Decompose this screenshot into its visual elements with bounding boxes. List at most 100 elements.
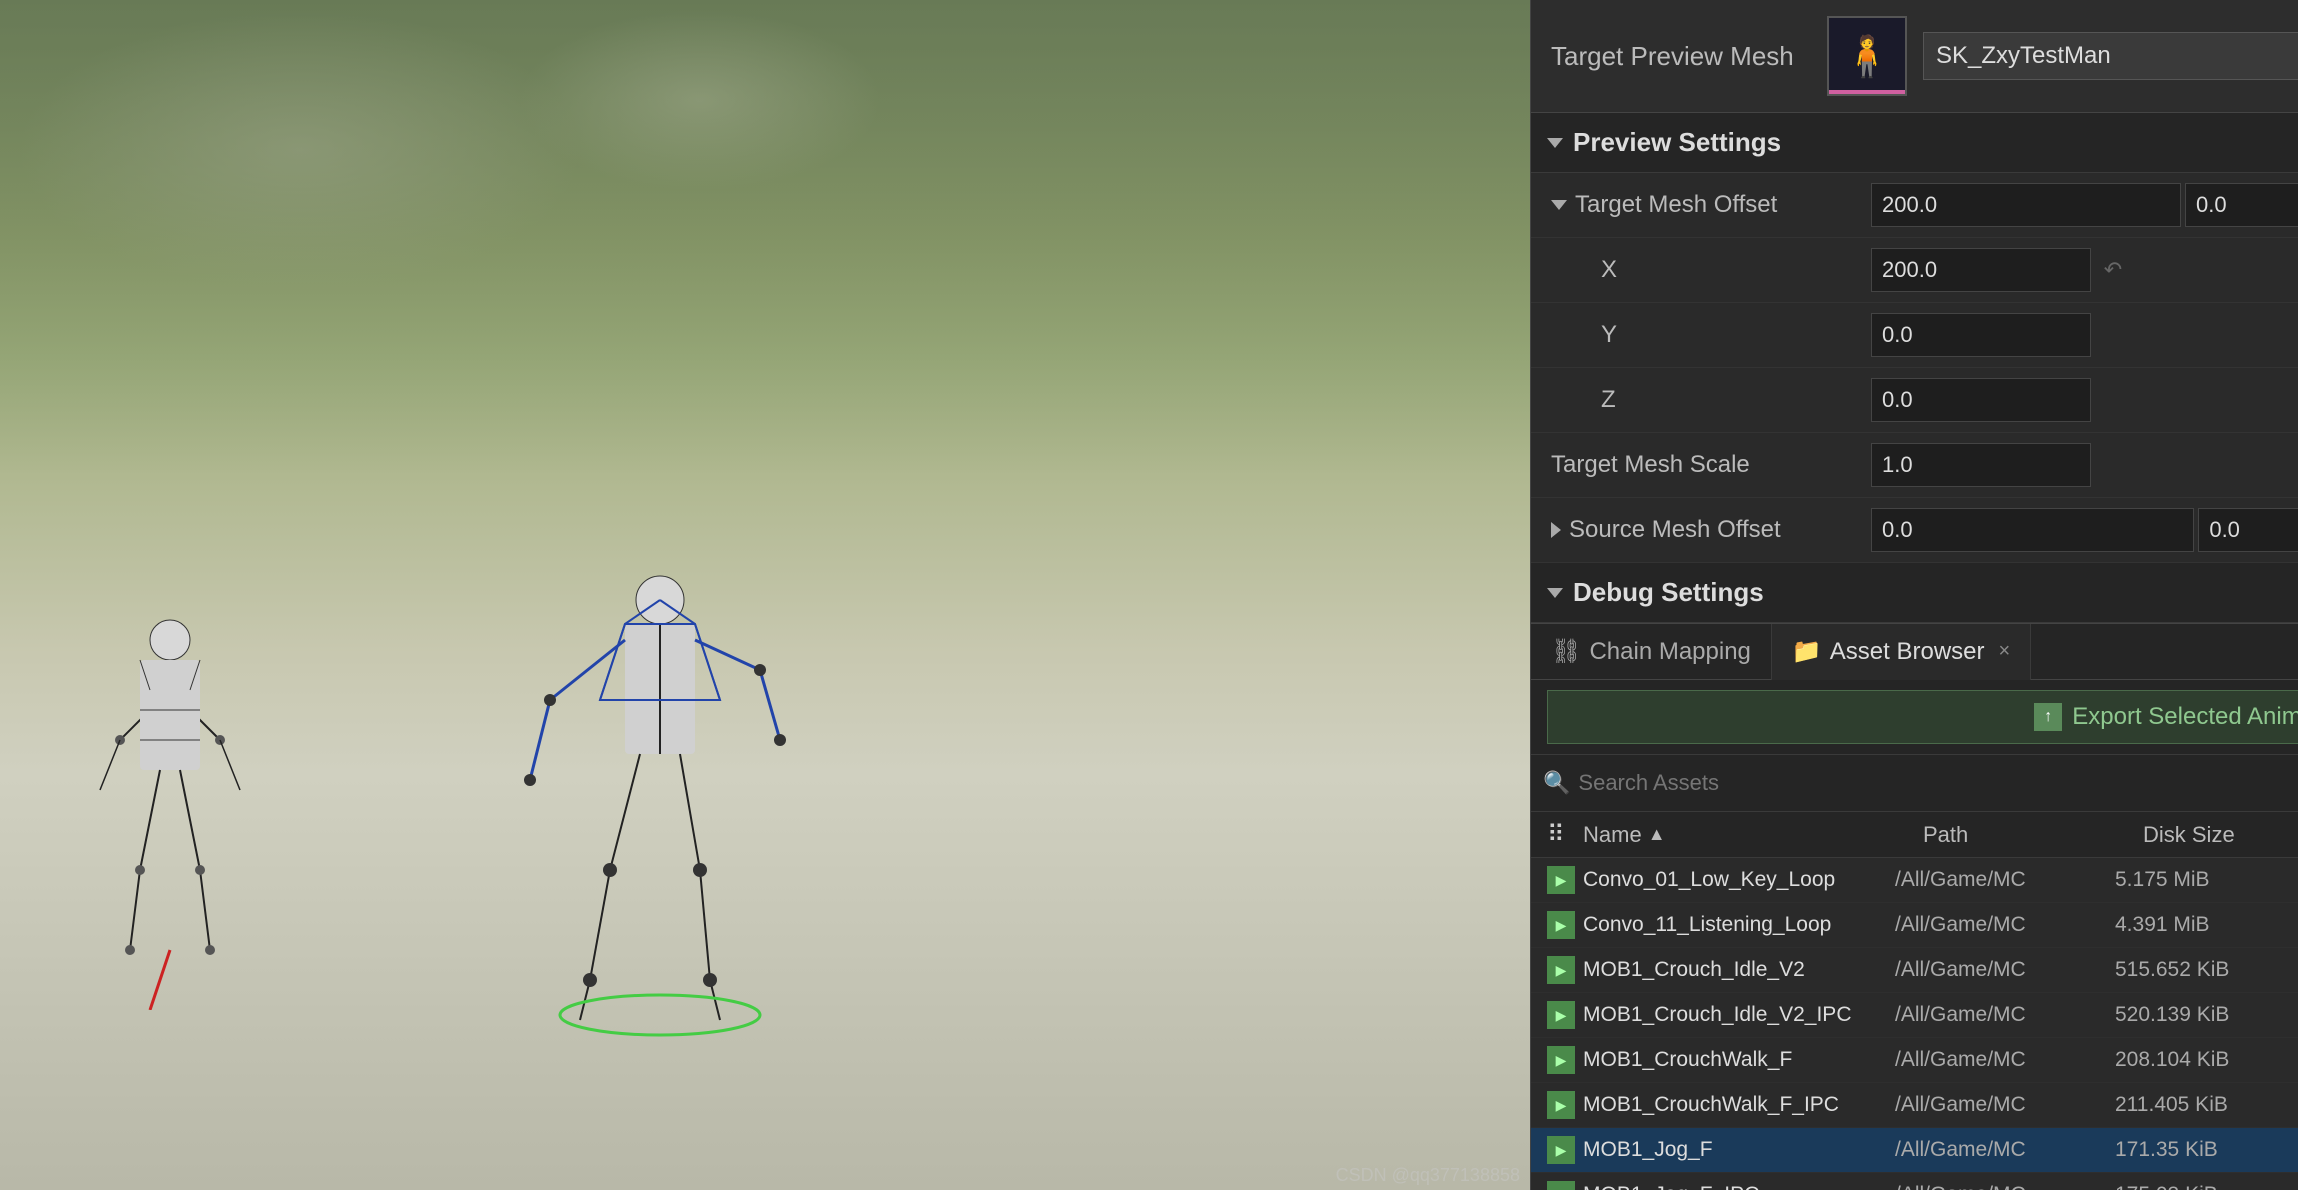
- watermark: CSDN @qq377138858: [1336, 1165, 1520, 1186]
- cell-disk-size: 171.35 KiB: [2115, 1138, 2298, 1162]
- cell-name: MOB1_Jog_F: [1583, 1138, 1895, 1162]
- mesh-dropdown-container: SK_ZxyTestMan ▼ ↺ 📂: [1923, 32, 2298, 80]
- asset-icon: ▶: [1547, 1091, 1575, 1119]
- cell-disk-size: 520.139 KiB: [2115, 1003, 2298, 1027]
- target-mesh-offset-x-row: X ↶: [1531, 238, 2298, 303]
- export-btn-label: Export Selected Animations: [2072, 703, 2298, 731]
- cell-path: /All/Game/MC: [1895, 1093, 2115, 1117]
- skeleton-figure-1: [60, 590, 280, 1010]
- target-mesh-offset-row: Target Mesh Offset ↶: [1531, 173, 2298, 238]
- asset-icon: ▶: [1547, 1136, 1575, 1164]
- search-assets-input[interactable]: [1578, 770, 2298, 796]
- asset-browser-panel: ↑ Export Selected Animations 🔍 ▤ ≡ ⚙ ⠿ N…: [1531, 680, 2298, 1190]
- asset-table[interactable]: ▶ Convo_01_Low_Key_Loop /All/Game/MC 5.1…: [1531, 858, 2298, 1190]
- cell-disk-size: 211.405 KiB: [2115, 1093, 2298, 1117]
- table-row[interactable]: ▶ MOB1_Crouch_Idle_V2 /All/Game/MC 515.6…: [1531, 948, 2298, 993]
- target-mesh-offset-x-input[interactable]: [1871, 183, 2181, 227]
- target-mesh-offset-z-row: Z: [1531, 368, 2298, 433]
- x-inputs: ↶: [1871, 248, 2298, 292]
- bottom-section: ⛓ Chain Mapping 📁 Asset Browser × ↑ Expo…: [1531, 623, 2298, 1190]
- search-icon: 🔍: [1543, 770, 1570, 796]
- table-header: ⠿ Name ▲ Path Disk Size Has Virtualized …: [1531, 812, 2298, 858]
- chain-mapping-label: Chain Mapping: [1589, 638, 1750, 666]
- source-offset-x-input[interactable]: [1871, 508, 2194, 552]
- search-row: 🔍 ▤ ≡ ⚙: [1531, 755, 2298, 812]
- debug-settings-label: Debug Settings: [1573, 577, 1764, 608]
- sort-asc-icon: ▲: [1648, 824, 1666, 845]
- col-header-name[interactable]: Name ▲: [1583, 822, 1923, 848]
- preview-settings-header[interactable]: Preview Settings: [1531, 113, 2298, 173]
- target-mesh-offset-y-input[interactable]: [2185, 183, 2298, 227]
- source-mesh-offset-label: Source Mesh Offset: [1569, 516, 1871, 544]
- mesh-dropdown[interactable]: SK_ZxyTestMan ▼: [1923, 32, 2298, 80]
- mesh-dropdown-value: SK_ZxyTestMan: [1936, 42, 2111, 70]
- viewport-3d[interactable]: CSDN @qq377138858: [0, 0, 1530, 1190]
- cell-path: /All/Game/MC: [1895, 1048, 2115, 1072]
- cell-path: /All/Game/MC: [1895, 1183, 2115, 1190]
- table-row[interactable]: ▶ MOB1_Jog_F_IPC /All/Game/MC 175.03 KiB…: [1531, 1173, 2298, 1190]
- cell-name: MOB1_CrouchWalk_F_IPC: [1583, 1093, 1895, 1117]
- source-offset-y-input[interactable]: [2198, 508, 2298, 552]
- export-selected-animations-btn[interactable]: ↑ Export Selected Animations: [1547, 690, 2298, 744]
- mesh-figure-icon: 🧍: [1842, 33, 1892, 80]
- asset-browser-icon: 📁: [1792, 637, 1822, 666]
- cell-path: /All/Game/MC: [1895, 958, 2115, 982]
- target-mesh-offset-label: Target Mesh Offset: [1575, 191, 1871, 219]
- table-row[interactable]: ▶ MOB1_Jog_F /All/Game/MC 171.35 KiB Fal…: [1531, 1128, 2298, 1173]
- debug-settings-header[interactable]: Debug Settings: [1531, 563, 2298, 623]
- cell-disk-size: 4.391 MiB: [2115, 913, 2298, 937]
- target-mesh-scale-row: Target Mesh Scale: [1531, 433, 2298, 498]
- cell-path: /All/Game/MC: [1895, 1003, 2115, 1027]
- col-header-icon: ⠿: [1547, 820, 1583, 849]
- source-mesh-offset-expand-icon[interactable]: [1551, 522, 1561, 538]
- y-axis-label: Y: [1581, 321, 1871, 349]
- cell-name: Convo_11_Listening_Loop: [1583, 913, 1895, 937]
- asset-browser-close-btn[interactable]: ×: [1999, 640, 2011, 663]
- tab-bar: ⛓ Chain Mapping 📁 Asset Browser ×: [1531, 624, 2298, 680]
- source-mesh-offset-row: Source Mesh Offset: [1531, 498, 2298, 563]
- z-inputs: [1871, 378, 2298, 422]
- asset-icon: ▶: [1547, 866, 1575, 894]
- preview-settings-label: Preview Settings: [1573, 127, 1781, 158]
- export-icon: ↑: [2034, 703, 2062, 731]
- target-mesh-offset-expand-icon[interactable]: [1551, 200, 1567, 210]
- y-value-input[interactable]: [1871, 313, 2091, 357]
- asset-icon: ▶: [1547, 911, 1575, 939]
- source-mesh-offset-inputs: [1871, 508, 2298, 552]
- table-row[interactable]: ▶ Convo_01_Low_Key_Loop /All/Game/MC 5.1…: [1531, 858, 2298, 903]
- asset-icon: ▶: [1547, 1046, 1575, 1074]
- cell-path: /All/Game/MC: [1895, 913, 2115, 937]
- asset-icon: ▶: [1547, 956, 1575, 984]
- target-preview-mesh-section: Target Preview Mesh 🧍 SK_ZxyTestMan ▼ ↺ …: [1531, 0, 2298, 113]
- tab-asset-browser[interactable]: 📁 Asset Browser ×: [1772, 624, 2031, 680]
- scale-value-input[interactable]: [1871, 443, 2091, 487]
- right-panel: Target Preview Mesh 🧍 SK_ZxyTestMan ▼ ↺ …: [1530, 0, 2298, 1190]
- mesh-thumbnail: 🧍: [1827, 16, 1907, 96]
- export-btn-row: ↑ Export Selected Animations: [1531, 680, 2298, 755]
- table-row[interactable]: ▶ MOB1_CrouchWalk_F /All/Game/MC 208.104…: [1531, 1038, 2298, 1083]
- cell-name: MOB1_Crouch_Idle_V2_IPC: [1583, 1003, 1895, 1027]
- x-reset-btn[interactable]: ↶: [2095, 252, 2131, 288]
- z-axis-label: Z: [1581, 386, 1871, 414]
- cell-path: /All/Game/MC: [1895, 1138, 2115, 1162]
- tab-chain-mapping[interactable]: ⛓ Chain Mapping: [1531, 624, 1772, 680]
- expand-icon: [1547, 138, 1563, 148]
- cell-path: /All/Game/MC: [1895, 868, 2115, 892]
- col-header-path[interactable]: Path: [1923, 822, 2143, 848]
- z-value-input[interactable]: [1871, 378, 2091, 422]
- preview-settings-section: Preview Settings Target Mesh Offset ↶ X …: [1531, 113, 2298, 623]
- asset-browser-label: Asset Browser: [1830, 638, 1985, 666]
- mesh-thumbnail-indicator: [1829, 90, 1905, 94]
- cell-name: MOB1_CrouchWalk_F: [1583, 1048, 1895, 1072]
- table-row[interactable]: ▶ MOB1_CrouchWalk_F_IPC /All/Game/MC 211…: [1531, 1083, 2298, 1128]
- table-row[interactable]: ▶ MOB1_Crouch_Idle_V2_IPC /All/Game/MC 5…: [1531, 993, 2298, 1038]
- cell-name: MOB1_Jog_F_IPC: [1583, 1183, 1895, 1190]
- cell-disk-size: 175.03 KiB: [2115, 1183, 2298, 1190]
- x-value-input[interactable]: [1871, 248, 2091, 292]
- target-preview-mesh-label: Target Preview Mesh: [1551, 41, 1811, 72]
- cell-disk-size: 208.104 KiB: [2115, 1048, 2298, 1072]
- skeleton-figure-2: [520, 540, 800, 1040]
- table-row[interactable]: ▶ Convo_11_Listening_Loop /All/Game/MC 4…: [1531, 903, 2298, 948]
- col-header-disk-size[interactable]: Disk Size: [2143, 822, 2298, 848]
- cell-disk-size: 515.652 KiB: [2115, 958, 2298, 982]
